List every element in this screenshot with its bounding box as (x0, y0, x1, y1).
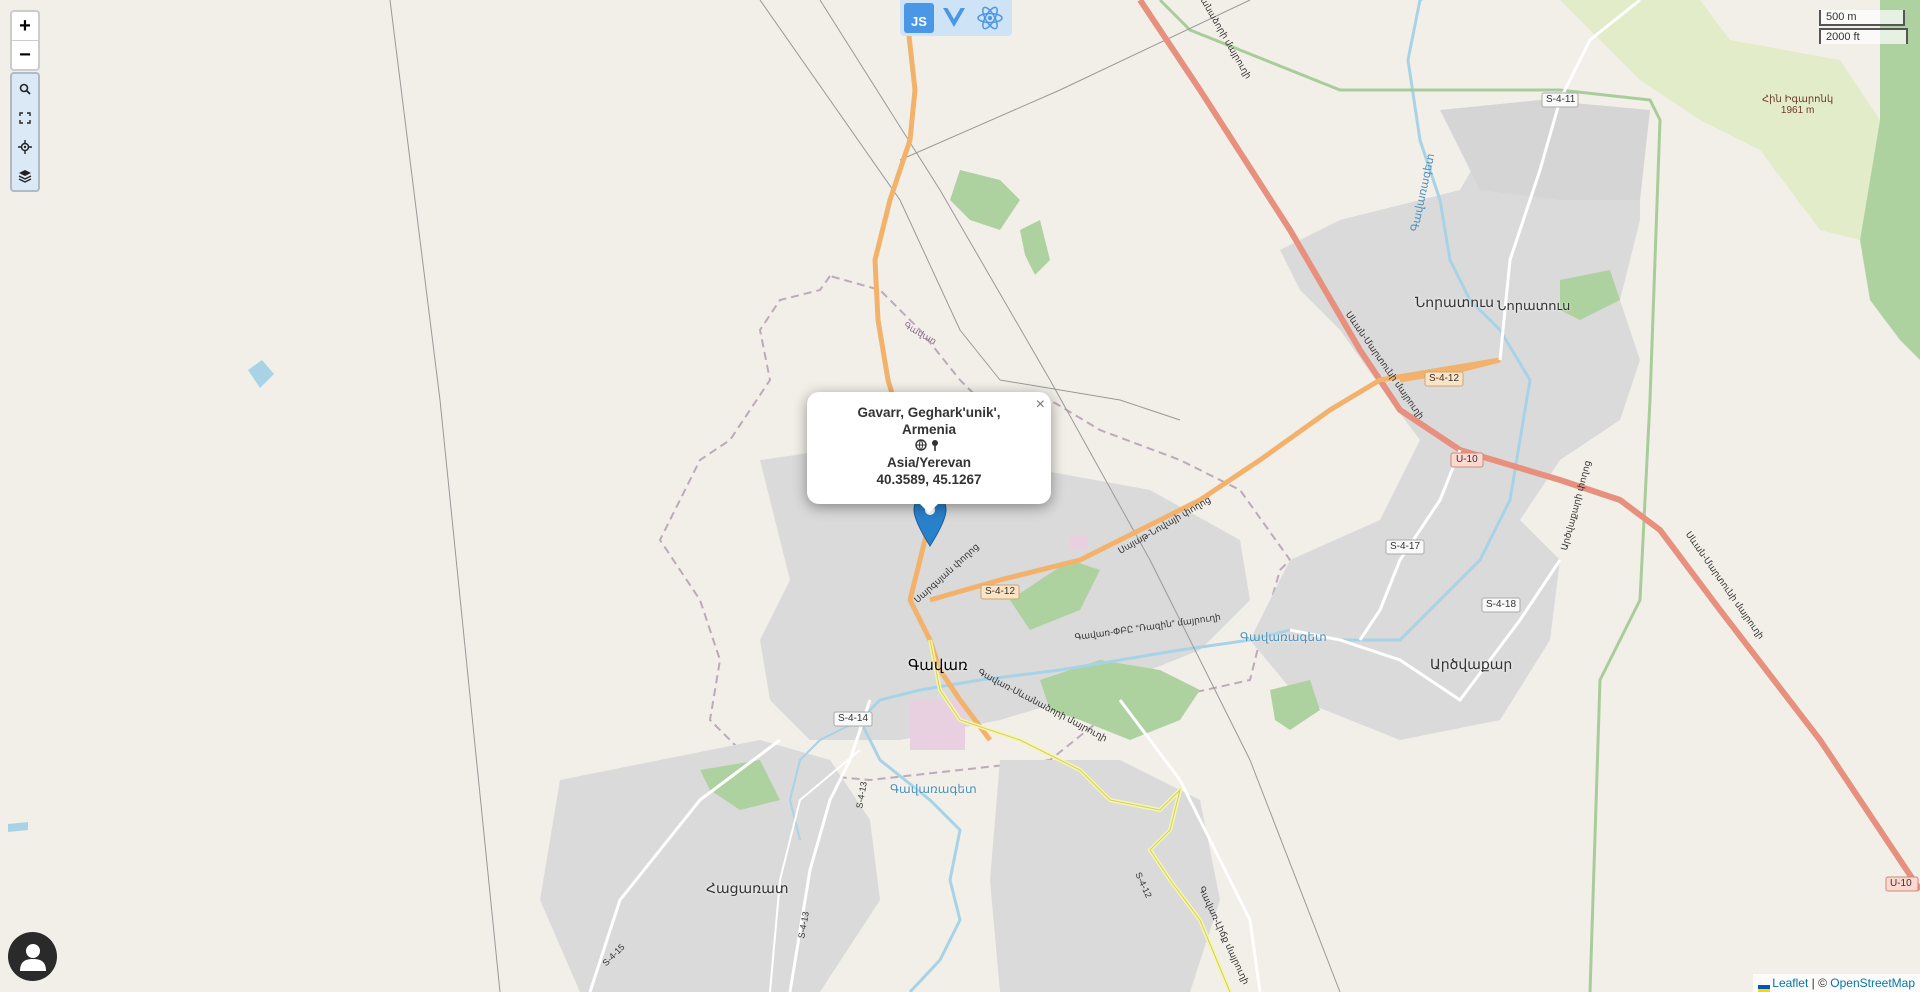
vue-icon[interactable] (938, 2, 970, 34)
road-shield-u10: U-10 (1456, 454, 1478, 465)
river-label-2: Գավառագետ (890, 782, 977, 796)
zoom-control: + − (10, 10, 40, 71)
locate-icon[interactable] (12, 132, 38, 161)
peak-name: Հին Իգարոնկ (1762, 94, 1834, 105)
town-label-noratus-2: Նորատուս (1497, 298, 1571, 313)
react-icon[interactable] (974, 2, 1006, 34)
peak-elevation: 1961 m (1780, 105, 1815, 116)
framework-bar: JS (900, 0, 1012, 36)
popup-tip (919, 503, 939, 513)
scale-metric: 500 m (1819, 10, 1905, 26)
town-label-artsvakar: Արծվաքար (1430, 656, 1513, 672)
user-icon (19, 943, 46, 971)
user-avatar-button[interactable] (8, 932, 57, 981)
town-label-noratus: Նորատուս (1415, 294, 1495, 310)
osm-link[interactable]: OpenStreetMap (1830, 976, 1915, 990)
road-shield-s412: S-4-12 (1429, 373, 1460, 384)
town-label-hatsarat: Հացառատ (706, 880, 789, 896)
road-shield-u10-2: U-10 (1890, 878, 1912, 889)
road-shield-s411: S-4-11 (1546, 94, 1576, 105)
js-icon[interactable]: JS (904, 3, 934, 33)
leaflet-link[interactable]: Leaflet (1772, 976, 1808, 990)
popup-close-button[interactable]: × (1036, 396, 1045, 414)
map-tools-control (10, 72, 40, 192)
popup-timezone: Asia/Yerevan (886, 455, 972, 470)
town-label-gavar: Գավառ (908, 657, 968, 674)
scale-bar: 500 m 2000 ft (1819, 10, 1908, 46)
map-canvas[interactable]: Գավառ Նորատուս Նորատուս Արծվաքար Հացառատ… (0, 0, 1920, 992)
location-popup: × Gavarr, Geghark'unik', Armenia Asia/Ye… (807, 392, 1051, 513)
popup-country: Armenia (901, 422, 957, 437)
scale-imperial: 2000 ft (1819, 28, 1908, 44)
js-icon-label: JS (911, 13, 927, 29)
popup-icons (807, 438, 1051, 454)
popup-place: Gavarr, Geghark'unik', (857, 405, 1001, 420)
zoom-in-button[interactable]: + (12, 12, 38, 41)
zoom-out-button[interactable]: − (12, 41, 38, 69)
road-shield-s417: S-4-17 (1390, 541, 1421, 552)
peak-label: Հին Իգարոնկ 1961 m (1762, 94, 1833, 116)
map-attribution: Leaflet | © OpenStreetMap (1753, 974, 1920, 992)
ukraine-flag-icon (1758, 980, 1771, 992)
river-label-1: Գավառագետ (1240, 630, 1327, 644)
layers-icon[interactable] (12, 161, 38, 190)
road-shield-s418: S-4-18 (1486, 599, 1517, 610)
fullscreen-icon[interactable] (12, 103, 38, 132)
attribution-separator: | © (1808, 976, 1831, 990)
popup-coords: 40.3589, 45.1267 (876, 472, 982, 487)
globe-pin-icon (915, 439, 938, 451)
road-shield-s414: S-4-14 (838, 713, 869, 724)
road-shield-s412-2: S-4-12 (985, 586, 1016, 597)
search-icon[interactable] (12, 74, 38, 103)
